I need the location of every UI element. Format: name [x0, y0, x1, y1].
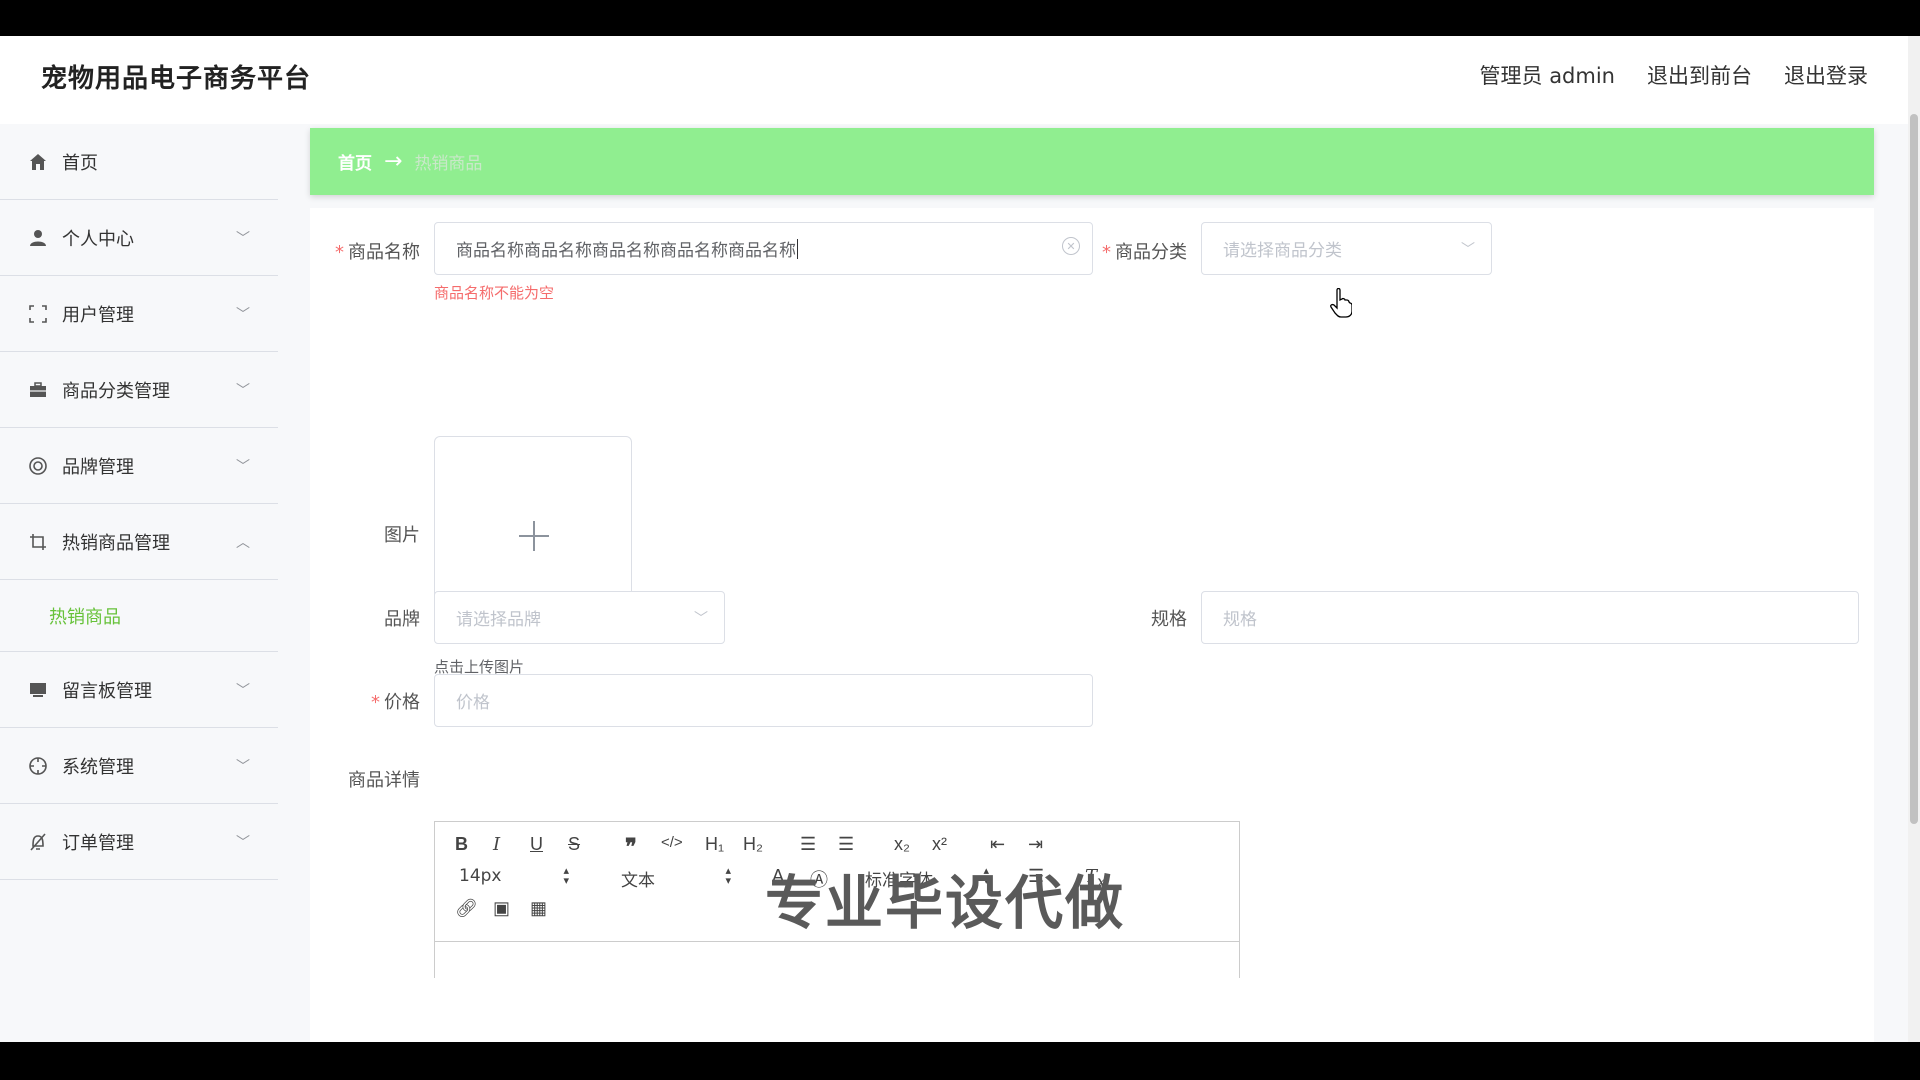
monitor-icon — [28, 680, 48, 700]
text-caret — [797, 238, 798, 259]
name-label: * 商品名称 — [335, 242, 420, 263]
sidebar-item-home[interactable]: 首页 — [0, 124, 278, 200]
chevron-down-icon: ﹀ — [236, 459, 250, 475]
home-icon — [28, 152, 48, 172]
chevron-down-icon: ﹀ — [236, 835, 250, 851]
exit-to-front-link[interactable]: 退出到前台 — [1647, 60, 1752, 90]
bullet-list-icon[interactable]: ☰ — [838, 834, 854, 855]
sidebar-item-hot-products[interactable]: 热销商品管理 ︿ — [0, 504, 278, 580]
scrollbar[interactable] — [1908, 36, 1920, 1042]
sidebar-item-label: 用户管理 — [62, 304, 134, 326]
sidebar-item-message-board[interactable]: 留言板管理 ﹀ — [0, 652, 278, 728]
bell-off-icon — [28, 832, 48, 852]
sidebar: 首页 个人中心 ﹀ 用户管理 ﹀ 商品分类管理 ﹀ 品牌管理 ﹀ 热销商品管理 … — [0, 124, 278, 1042]
breadcrumb-current: 热销商品 — [414, 154, 483, 174]
compass-icon — [28, 756, 48, 776]
top-links: 管理员 admin 退出到前台 退出登录 — [1480, 60, 1868, 90]
scrollbar-thumb[interactable] — [1910, 114, 1918, 824]
arrow-right-icon: → — [384, 149, 403, 174]
spec-input[interactable]: 规格 — [1201, 591, 1859, 644]
top-bar: 宠物用品电子商务平台 管理员 admin 退出到前台 退出登录 — [0, 36, 1920, 124]
h1-icon[interactable]: H₁ — [705, 834, 724, 855]
logout-link[interactable]: 退出登录 — [1784, 60, 1868, 90]
underline-icon[interactable]: U — [530, 834, 543, 855]
detail-label: 商品详情 — [348, 770, 420, 791]
sidebar-item-label: 个人中心 — [62, 228, 134, 250]
watermark: 专业毕设代做 — [765, 869, 1126, 937]
name-error-message: 商品名称不能为空 — [434, 284, 555, 302]
price-label: * 价格 — [371, 692, 420, 713]
sidebar-item-category[interactable]: 商品分类管理 ﹀ — [0, 352, 278, 428]
sidebar-item-label: 留言板管理 — [62, 680, 152, 702]
brand-label: 品牌 — [384, 609, 420, 630]
product-name-input[interactable]: 商品名称商品名称商品名称商品名称商品名称 ✕ — [434, 222, 1093, 275]
h2-icon[interactable]: H₂ — [743, 834, 763, 855]
video-icon[interactable]: ▦ — [530, 898, 547, 919]
chevron-down-icon: ﹀ — [236, 231, 250, 247]
image-label: 图片 — [384, 525, 420, 546]
category-select[interactable]: 请选择商品分类 ﹀ — [1201, 222, 1492, 275]
strikethrough-icon[interactable]: S — [568, 834, 580, 855]
category-label: * 商品分类 — [1102, 242, 1187, 263]
breadcrumb-home[interactable]: 首页 — [338, 149, 372, 174]
quote-icon[interactable]: ❞ — [625, 834, 637, 860]
sidebar-item-label: 系统管理 — [62, 756, 134, 778]
sidebar-item-label: 品牌管理 — [62, 456, 134, 478]
subscript-icon[interactable]: x₂ — [894, 834, 910, 855]
image-icon[interactable]: ▣ — [493, 898, 510, 919]
sidebar-item-users[interactable]: 用户管理 ﹀ — [0, 276, 278, 352]
link-icon[interactable]: 🔗︎ — [455, 898, 478, 919]
sidebar-subitem-hot-products[interactable]: 热销商品 — [0, 580, 278, 652]
price-input[interactable]: 价格 — [434, 674, 1093, 727]
app-screen: 宠物用品电子商务平台 管理员 admin 退出到前台 退出登录 首页 个人中心 … — [0, 36, 1920, 1042]
breadcrumb: 首页 → 热销商品 — [310, 128, 1874, 195]
chevron-down-icon: ﹀ — [1461, 242, 1475, 258]
indent-icon[interactable]: ⇥ — [1028, 834, 1043, 855]
outdent-icon[interactable]: ⇤ — [990, 834, 1005, 855]
sidebar-item-personal[interactable]: 个人中心 ﹀ — [0, 200, 278, 276]
chevron-down-icon: ﹀ — [236, 683, 250, 699]
admin-label: 管理员 admin — [1479, 64, 1615, 88]
sidebar-item-label: 首页 — [62, 152, 98, 174]
chevron-up-icon: ︿ — [236, 535, 250, 551]
sidebar-item-label: 订单管理 — [62, 832, 134, 854]
pointer-hand-icon — [1330, 288, 1352, 318]
chevron-down-icon: ﹀ — [236, 759, 250, 775]
sidebar-item-brand[interactable]: 品牌管理 ﹀ — [0, 428, 278, 504]
sidebar-item-system[interactable]: 系统管理 ﹀ — [0, 728, 278, 804]
italic-icon[interactable]: I — [493, 834, 500, 855]
brand-select[interactable]: 请选择品牌 ﹀ — [434, 591, 725, 644]
chevron-down-icon: ﹀ — [236, 383, 250, 399]
plus-icon-vertical — [533, 521, 535, 551]
sidebar-item-orders[interactable]: 订单管理 ﹀ — [0, 804, 278, 880]
sidebar-item-label: 商品分类管理 — [62, 380, 170, 402]
chevron-down-icon: ﹀ — [236, 307, 250, 323]
bold-icon[interactable]: B — [455, 834, 468, 855]
header-select[interactable]: 文本 ▴ ▾ — [621, 865, 731, 891]
briefcase-icon — [28, 380, 48, 400]
crop-icon — [28, 532, 48, 552]
ordered-list-icon[interactable]: ☰ — [800, 834, 816, 855]
sidebar-item-label: 热销商品管理 — [62, 532, 170, 554]
fullscreen-icon — [28, 304, 48, 324]
code-icon[interactable]: </> — [661, 834, 683, 851]
superscript-icon[interactable]: x² — [932, 834, 947, 855]
font-size-select[interactable]: 14px ▴ ▾ — [459, 865, 569, 886]
chevron-down-icon: ﹀ — [694, 611, 708, 627]
app-title: 宠物用品电子商务平台 — [41, 64, 312, 94]
spec-label: 规格 — [1151, 609, 1187, 630]
circle-icon — [28, 456, 48, 476]
user-icon — [28, 228, 48, 248]
